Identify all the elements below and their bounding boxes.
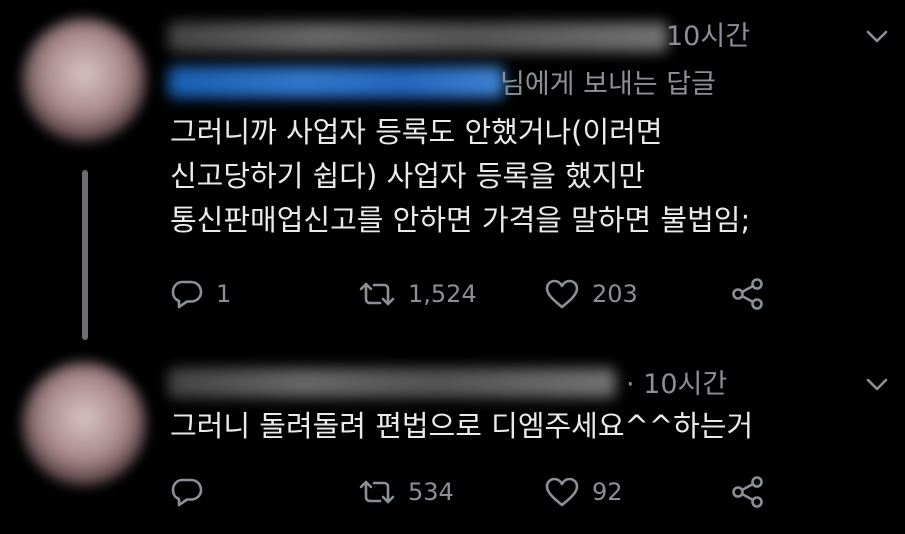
reply-count: 1 [216,280,232,308]
tweet-text: 그러니 돌려돌려 편법으로 디엠주세요^^하는거 [170,404,753,448]
retweet-icon [359,480,395,504]
tweet-text-line: 신고당하기 쉽다) 사업자 등록을 했지만 [170,159,646,193]
reply-icon [171,478,203,507]
retweet-count: 1,524 [408,280,477,308]
retweet-count: 534 [408,478,454,506]
chevron-down-icon[interactable] [864,26,890,46]
share-button[interactable] [730,274,766,314]
reply-icon [171,280,203,309]
heart-icon [545,279,579,309]
tweet-text-line: 그러니 돌려돌려 편법으로 디엠주세요^^하는거 [170,409,754,443]
share-icon [732,278,763,310]
retweet-button[interactable]: 534 [358,472,454,512]
share-icon [732,476,763,508]
like-button[interactable]: 203 [544,274,638,314]
reply-to-label: 님에게 보내는 답글 [500,69,716,100]
tweet-text-line: 그러니까 사업자 등록도 안했거나(이러면 [170,115,663,149]
avatar[interactable] [22,18,146,142]
author-name-redacted[interactable] [168,368,616,398]
thread-line [82,170,88,340]
tweet-actions: 1 1,524 203 [170,274,790,314]
avatar[interactable] [22,362,146,486]
retweet-icon [359,282,395,306]
retweet-button[interactable]: 1,524 [358,274,477,314]
reply-button[interactable] [170,472,216,512]
tweet-actions: 534 92 [170,472,790,512]
like-count: 203 [592,280,638,308]
share-button[interactable] [730,472,766,512]
tweet-timestamp[interactable]: 10시간 [666,14,750,53]
like-count: 92 [592,478,623,506]
tweet-text: 그러니까 사업자 등록도 안했거나(이러면 신고당하기 쉽다) 사업자 등록을 … [170,110,750,242]
reply-button[interactable]: 1 [170,274,231,314]
author-name-redacted[interactable] [168,22,668,52]
like-button[interactable]: 92 [544,472,623,512]
chevron-down-icon[interactable] [864,374,890,394]
tweet-timestamp[interactable]: · 10시간 [626,362,727,401]
reply-to-handle-redacted[interactable] [168,66,504,98]
heart-icon [545,477,579,507]
tweet-text-line: 통신판매업신고를 안하면 가격을 말하면 불법임; [170,203,751,237]
